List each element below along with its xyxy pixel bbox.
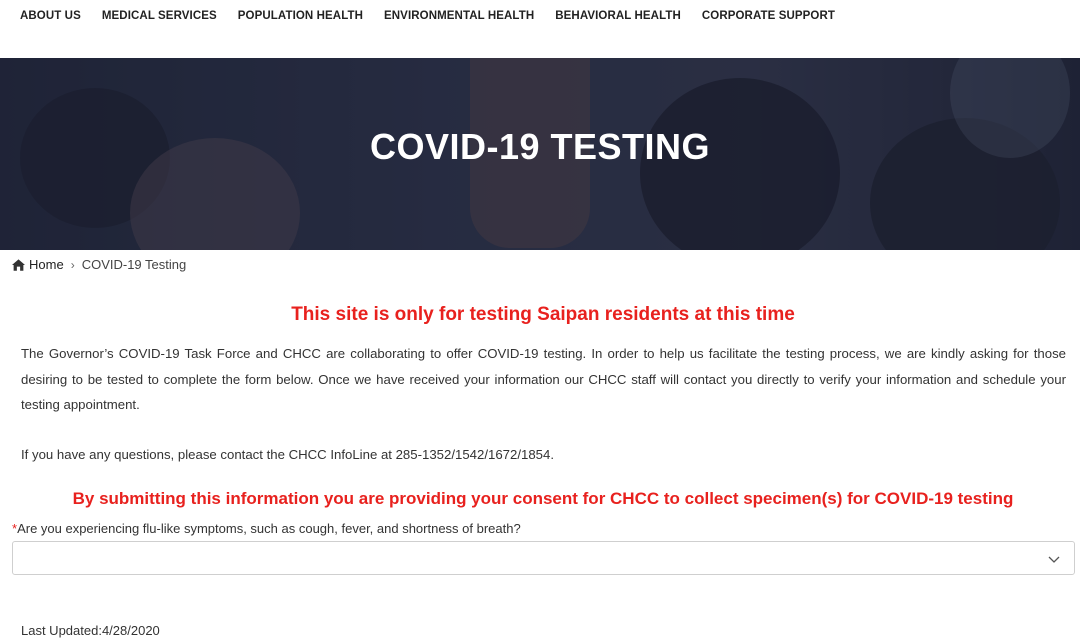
home-icon [12, 258, 25, 271]
hero-banner: COVID-19 TESTING [0, 58, 1080, 250]
nav-item-population-health[interactable]: POPULATION HEALTH [238, 10, 363, 22]
last-updated-text: Last Updated:4/28/2020 [21, 623, 160, 638]
residency-notice: This site is only for testing Saipan res… [291, 304, 795, 325]
nav-item-environmental-health[interactable]: ENVIRONMENTAL HEALTH [384, 10, 534, 22]
nav-item-medical-services[interactable]: MEDICAL SERVICES [102, 10, 217, 22]
top-navigation: ABOUT US MEDICAL SERVICES POPULATION HEA… [0, 0, 1080, 58]
symptoms-question-label: *Are you experiencing flu-like symptoms,… [12, 521, 521, 536]
breadcrumb-separator: › [70, 257, 75, 272]
consent-notice: By submitting this information you are p… [72, 489, 1014, 508]
contact-paragraph: If you have any questions, please contac… [21, 447, 554, 462]
symptoms-select[interactable] [12, 541, 1075, 575]
nav-item-behavioral-health[interactable]: BEHAVIORAL HEALTH [555, 10, 681, 22]
nav-item-about-us[interactable]: ABOUT US [20, 10, 81, 22]
breadcrumb-current: COVID-19 Testing [81, 257, 187, 272]
intro-paragraph: The Governor’s COVID-19 Task Force and C… [21, 346, 1066, 412]
symptoms-question-text: Are you experiencing flu-like symptoms, … [17, 521, 521, 536]
breadcrumb: Home › COVID-19 Testing [12, 257, 186, 272]
chevron-down-icon [1048, 556, 1060, 563]
page-title: COVID-19 TESTING [369, 126, 711, 167]
breadcrumb-home-link[interactable]: Home [29, 257, 64, 272]
nav-item-corporate-support[interactable]: CORPORATE SUPPORT [702, 10, 835, 22]
